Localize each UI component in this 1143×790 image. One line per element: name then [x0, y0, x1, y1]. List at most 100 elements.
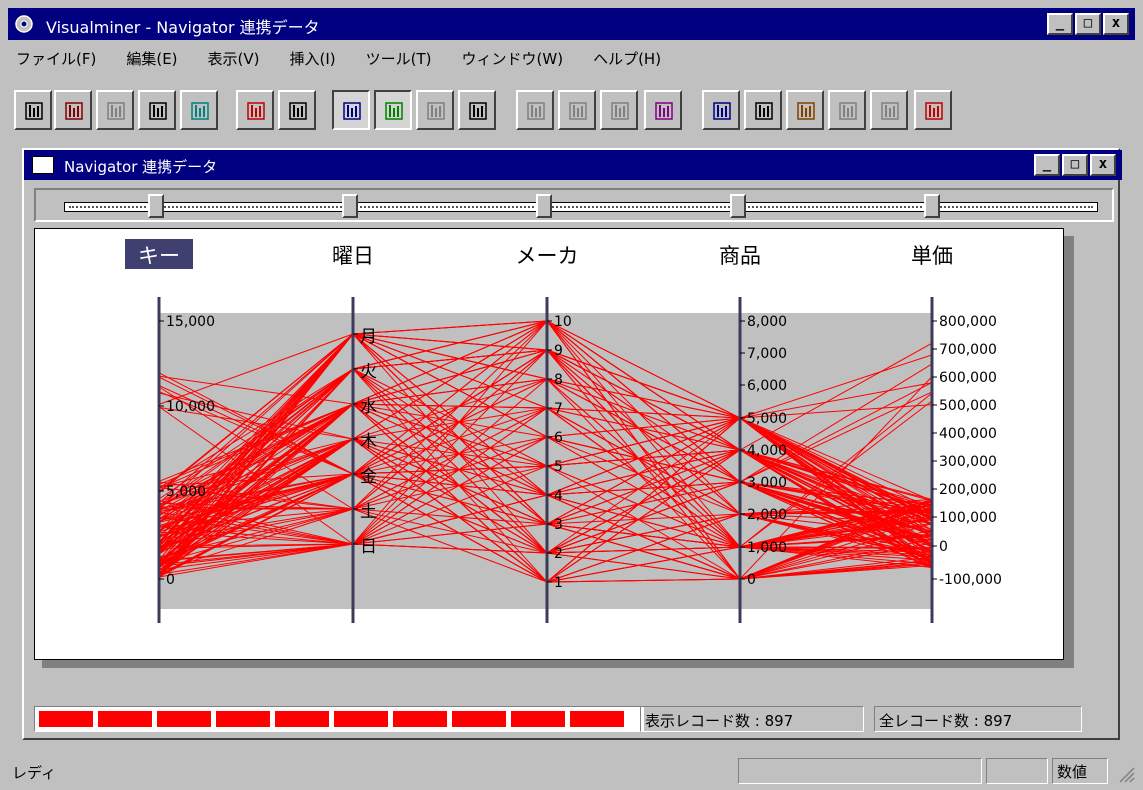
cluster-chart-icon: [713, 102, 731, 120]
axis-tick-label: 4,000: [747, 443, 787, 459]
toolbar-button-axis-select[interactable]: [644, 90, 682, 130]
toolbar-button-vm-logo[interactable]: [914, 90, 952, 130]
exit-icon: [25, 102, 43, 120]
axis-tick-label: 水: [360, 397, 377, 417]
toolbar-button-disabled-report[interactable]: [870, 90, 908, 130]
axis-tick-label: 7,000: [747, 346, 787, 362]
axis-tick-label: 6,000: [747, 378, 787, 394]
child-minimize-button[interactable]: _: [1034, 154, 1060, 176]
parallel-coordinates-icon: [343, 102, 361, 120]
toolbar-button-disabled-chart[interactable]: [96, 90, 134, 130]
display-record-count: 表示レコード数 : 897: [640, 706, 864, 732]
toolbar-button-cluster-chart[interactable]: [702, 90, 740, 130]
toolbar-button-bar-chart[interactable]: [236, 90, 274, 130]
axis-slider-track[interactable]: [64, 202, 1098, 212]
axis-tick-label: 1,000: [747, 540, 787, 556]
status-pane-2: [986, 758, 1048, 784]
toolbar-button-data-table[interactable]: [180, 90, 218, 130]
toolbar-button-disabled-filter[interactable]: [600, 90, 638, 130]
parallel-coordinates-svg: キー15,00010,0005,0000曜日月火水木金土日メーカ10987654…: [125, 239, 1002, 623]
toolbar-button-print[interactable]: [138, 90, 176, 130]
child-maximize-button[interactable]: □: [1062, 154, 1088, 176]
bar-chart-icon: [247, 102, 265, 120]
menu-insert[interactable]: 挿入(I): [288, 46, 338, 72]
progress-cell: [570, 711, 624, 727]
axis-select-icon: [655, 102, 673, 120]
disabled-parallel-icon: [427, 102, 445, 120]
menu-view[interactable]: 表示(V): [206, 46, 262, 72]
axis-slider-thumb[interactable]: [536, 194, 552, 218]
progress-cell: [275, 711, 329, 727]
toolbar-button-disabled-query[interactable]: [828, 90, 866, 130]
disabled-report-icon: [881, 102, 899, 120]
toolbar-button-clipboard[interactable]: [278, 90, 316, 130]
axis-title[interactable]: キー: [138, 244, 180, 268]
axis-tick-label: 3,000: [747, 475, 787, 491]
disabled-zoom-icon-2: [569, 102, 587, 120]
chart-window-icon[interactable]: [32, 156, 54, 174]
axis-tick-label: -100,000: [939, 572, 1002, 588]
num-lock-indicator: 数値: [1052, 758, 1108, 784]
resize-grip-icon[interactable]: [1116, 764, 1136, 784]
axis-tick-label: 15,000: [166, 314, 215, 330]
parallel-coordinates-plot[interactable]: キー 15,000 10,000 5,000 0 曜日月火水木金土日メーカ 10 9 8 7 6 5 4…: [34, 228, 1064, 660]
disabled-zoom-icon: [527, 102, 545, 120]
axis-slider-thumb[interactable]: [342, 194, 358, 218]
child-close-button[interactable]: x: [1090, 154, 1116, 176]
progress-cell: [157, 711, 211, 727]
status-bar: レディ 数値: [0, 752, 1143, 790]
axis-tick-label: 3: [554, 517, 563, 533]
toolbar-button-color-parallel[interactable]: [374, 90, 412, 130]
toolbar-button-table[interactable]: [458, 90, 496, 130]
axis-tick-label: 金: [360, 467, 377, 487]
axis-tick-label: 6: [554, 430, 563, 446]
menu-bar: ファイル(F) 編集(E) 表示(V) 挿入(I) ツール(T) ウィンドウ(W…: [14, 46, 663, 72]
axis-tick-label: 月: [360, 327, 377, 347]
disabled-chart-icon: [107, 102, 125, 120]
minimize-button[interactable]: _: [1047, 13, 1073, 35]
axis-tick-label: 木: [360, 432, 377, 452]
axis-tick-label: 2: [554, 546, 563, 562]
toolbar-button-exit[interactable]: [14, 90, 52, 130]
axis-title[interactable]: 曜日: [332, 244, 374, 268]
menu-help[interactable]: ヘルプ(H): [591, 46, 663, 72]
toolbar-button-disabled-zoom[interactable]: [516, 90, 554, 130]
axis-tick-label: 600,000: [939, 370, 997, 386]
toolbar-button-parallel-coordinates[interactable]: [332, 90, 370, 130]
toolbar-button-brush[interactable]: [786, 90, 824, 130]
toolbar-button-disabled-parallel[interactable]: [416, 90, 454, 130]
disabled-query-icon: [839, 102, 857, 120]
menu-file[interactable]: ファイル(F): [14, 46, 98, 72]
axis-tick-label: 9: [554, 343, 563, 359]
status-text: レディ: [12, 764, 56, 782]
menu-window[interactable]: ウィンドウ(W): [460, 46, 566, 72]
axis-tick-label: 2,000: [747, 507, 787, 523]
axis-tick-label: 0: [939, 539, 948, 555]
progress-cell: [39, 711, 93, 727]
axis-title[interactable]: メーカ: [516, 244, 579, 268]
axis-title[interactable]: 単価: [911, 244, 953, 268]
axis-tick-label: 4: [554, 488, 563, 504]
progress-cell: [511, 711, 565, 727]
app-title-bar[interactable]: Visualminer - Navigator 連携データ _ □ x: [8, 8, 1135, 40]
menu-edit[interactable]: 編集(E): [124, 46, 179, 72]
app-icon[interactable]: [14, 14, 34, 34]
axis-tick-label: 100,000: [939, 510, 997, 526]
axis-title[interactable]: 商品: [719, 244, 761, 268]
toolbar-button-window[interactable]: [744, 90, 782, 130]
axis-slider-thumb[interactable]: [148, 194, 164, 218]
axis-slider-thumb[interactable]: [924, 194, 940, 218]
toolbar-button-open-folder[interactable]: [54, 90, 92, 130]
axis-slider-bar: [34, 188, 1114, 222]
close-button[interactable]: x: [1103, 13, 1129, 35]
axis-tick-label: 5,000: [747, 411, 787, 427]
progress-cell: [452, 711, 506, 727]
vm-logo-icon: [925, 102, 943, 120]
maximize-button[interactable]: □: [1075, 13, 1101, 35]
child-title: Navigator 連携データ: [64, 158, 218, 176]
axis-tick-label: 5: [554, 459, 563, 475]
toolbar-button-disabled-zoom-icon-2[interactable]: [558, 90, 596, 130]
child-title-bar[interactable]: Navigator 連携データ _ □ x: [24, 150, 1122, 180]
menu-tools[interactable]: ツール(T): [364, 46, 434, 72]
axis-slider-thumb[interactable]: [730, 194, 746, 218]
